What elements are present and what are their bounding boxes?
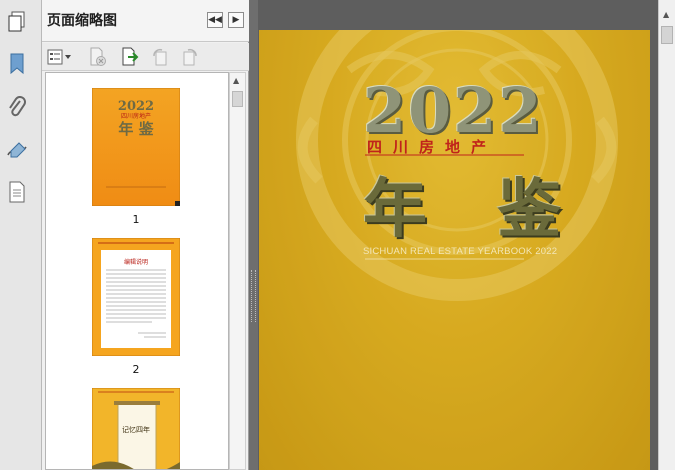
rotate-right-icon [183,48,197,66]
document-scroll-thumb[interactable] [661,26,673,44]
signature-icon[interactable] [4,136,30,164]
thumbnails-scrollbar[interactable]: ▲ [229,72,246,470]
thumb2-title: 编辑说明 [124,258,148,266]
panel-title: 页面缩略图 [47,13,117,29]
scroll-up-icon[interactable]: ▲ [233,76,239,85]
panel-splitter[interactable] [249,0,258,470]
thumb3-title: 记忆四年 [122,425,150,434]
pdf-reader-window: 页面缩略图 ◀◀ ▶ 2022 四川房地产 年 鉴 1 编辑说明 2 记忆四年 … [0,0,675,470]
thumbnail-image-1: 2022 四川房地产 年 鉴 [91,87,181,207]
bookmark-icon[interactable] [4,50,30,78]
chevron-right-icon: ▶ [232,15,240,25]
thumbnail-page-2[interactable]: 编辑说明 2 [91,237,181,378]
collapse-panel-button[interactable]: ◀◀ [207,12,223,28]
delete-page-icon [90,47,106,66]
thumb1-sub: 四川房地产 [121,112,151,120]
cover-title: 年 鉴 [363,172,586,247]
splitter-grip[interactable] [251,270,256,322]
thumbnail-label-1: 1 [132,213,140,226]
thumbnails-toolbar [42,43,249,71]
thumbnail-image-3: 记忆四年 [91,387,181,469]
insert-page-icon [122,47,139,66]
attachment-icon[interactable] [4,94,30,122]
thumbnail-page-3[interactable]: 记忆四年 [91,387,181,469]
thumbnails-scroll-thumb[interactable] [232,91,243,107]
delete-pages-button[interactable] [86,47,110,67]
thumb1-year: 2022 [118,99,154,114]
thumbnail-page-1[interactable]: 2022 四川房地产 年 鉴 1 [91,87,181,228]
double-chevron-left-icon: ◀◀ [208,15,222,25]
thumbnails-list: 2022 四川房地产 年 鉴 1 编辑说明 2 记忆四年 [45,72,229,470]
panel-menu-button[interactable]: ▶ [228,12,244,28]
cover-page: 2022 四川房地产 年 鉴 SICHUAN REAL ESTATE YEARB… [259,30,650,470]
thumb1-title: 年 鉴 [118,120,154,138]
cover-english-title: SICHUAN REAL ESTATE YEARBOOK 2022 [363,246,558,257]
cover-subtitle: 四川房地产 [367,138,498,156]
thumbnail-image-2: 编辑说明 [91,237,181,357]
insert-pages-button[interactable] [118,47,142,67]
rotate-ccw-button[interactable] [148,47,172,67]
panel-header: 页面缩略图 ◀◀ ▶ [42,0,249,42]
thumbnails-panel: 页面缩略图 ◀◀ ▶ 2022 四川房地产 年 鉴 1 编辑说明 2 记忆四年 … [42,0,249,470]
scroll-up-icon[interactable]: ▲ [663,10,669,19]
page-thumbnails-icon[interactable] [4,8,30,36]
document-view: 2022 四川房地产 年 鉴 SICHUAN REAL ESTATE YEARB… [258,0,658,470]
options-list-icon [47,49,71,65]
options-menu-button[interactable] [46,47,74,67]
document-icon[interactable] [4,178,30,206]
rotate-left-icon [153,48,167,66]
document-scrollbar[interactable]: ▲ [658,0,675,470]
rotate-cw-button[interactable] [178,47,202,67]
thumbnail-label-2: 2 [132,363,140,376]
navigation-rail [0,0,42,470]
